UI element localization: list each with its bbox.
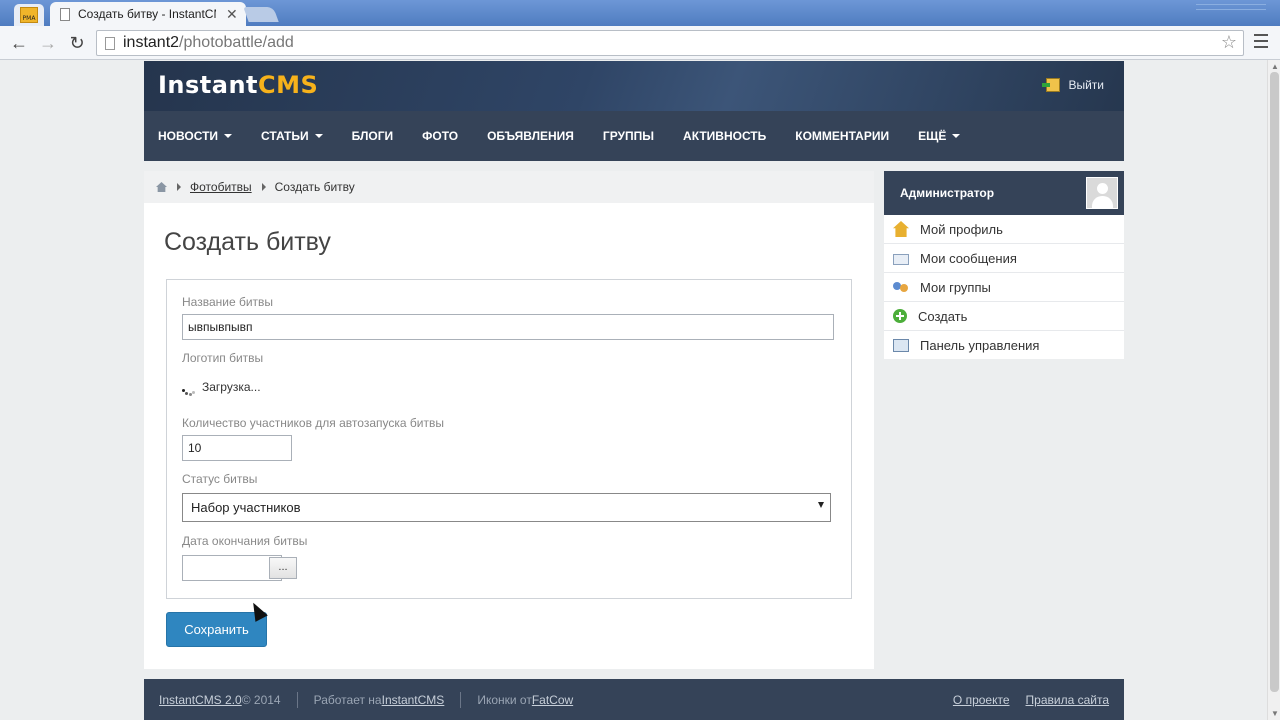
tab-title: Создать битву - InstantCMS <box>78 7 216 21</box>
reload-icon[interactable]: ↻ <box>66 32 88 54</box>
nav-item-photo[interactable]: ФОТО <box>422 129 458 143</box>
user-menu: Администратор Мой профиль Мои сообщения … <box>884 171 1124 359</box>
logout-icon <box>1042 78 1061 92</box>
page-scrollbar[interactable]: ▲ ▼ <box>1267 60 1280 720</box>
home-icon <box>893 221 909 237</box>
user-menu-header: Администратор <box>884 171 1124 215</box>
nav-item-activity[interactable]: АКТИВНОСТЬ <box>683 129 766 143</box>
scroll-thumb[interactable] <box>1270 72 1279 692</box>
app-tab[interactable]: PMA <box>14 4 44 26</box>
footer-icons-link[interactable]: FatCow <box>532 693 573 707</box>
end-date-label: Дата окончания битвы <box>182 534 308 548</box>
nav-item-blogs[interactable]: БЛОГИ <box>352 129 394 143</box>
logo-upload-loading: Загрузка... <box>182 373 261 401</box>
footer-powered-link[interactable]: InstantCMS <box>382 693 445 707</box>
browser-tab-active[interactable]: Создать битву - InstantCMS ✕ <box>50 2 246 26</box>
menu-item-label: Мои сообщения <box>920 250 1017 266</box>
page-title: Создать битву <box>164 228 331 256</box>
nav-item-comments[interactable]: КОММЕНТАРИИ <box>795 129 889 143</box>
name-label: Название битвы <box>182 295 274 309</box>
page-icon <box>105 36 115 50</box>
scroll-down-icon[interactable]: ▼ <box>1271 709 1279 718</box>
breadcrumb-link-photobattles[interactable]: Фотобитвы <box>190 180 252 194</box>
battle-form: Название битвы Логотип битвы Загрузка...… <box>166 279 852 599</box>
date-picker-button[interactable]: ... <box>269 557 297 579</box>
user-menu-item-messages[interactable]: Мои сообщения <box>884 244 1124 273</box>
footer-icons-prefix: Иконки от <box>477 692 532 707</box>
logo-text: Instant <box>158 71 259 99</box>
user-menu-item-control-panel[interactable]: Панель управления <box>884 331 1124 360</box>
dropdown-arrow-icon <box>818 502 824 508</box>
url-path: /photobattle/add <box>179 34 294 51</box>
end-date-input[interactable] <box>182 555 282 581</box>
logo-label: Логотип битвы <box>182 351 264 365</box>
user-menu-item-groups[interactable]: Мои группы <box>884 273 1124 302</box>
forward-arrow-icon[interactable]: → <box>37 32 59 54</box>
breadcrumb: Фотобитвы Создать битву <box>144 171 874 203</box>
caret-down-icon <box>314 134 323 138</box>
site-header: InstantCMS Выйти <box>144 61 1124 111</box>
breadcrumb-separator-icon <box>177 183 181 191</box>
add-icon <box>893 309 907 323</box>
group-icon <box>893 279 909 295</box>
footer-about-link[interactable]: О проекте <box>953 693 1010 707</box>
logo-accent-text: CMS <box>258 71 319 99</box>
browser-menu-icon[interactable] <box>1254 34 1268 50</box>
nav-item-more[interactable]: ЕЩЁ <box>918 129 961 143</box>
address-bar[interactable]: instant2/photobattle/add ☆ <box>96 30 1244 56</box>
home-icon[interactable] <box>156 182 167 192</box>
scroll-up-icon[interactable]: ▲ <box>1271 62 1279 71</box>
footer-powered-prefix: Работает на <box>313 692 382 707</box>
close-tab-icon[interactable]: ✕ <box>226 6 238 23</box>
user-menu-item-profile[interactable]: Мой профиль <box>884 215 1124 244</box>
user-name[interactable]: Администратор <box>900 186 994 200</box>
new-tab-button[interactable] <box>243 7 279 22</box>
menu-item-label: Создать <box>918 308 968 324</box>
page-icon <box>60 7 70 21</box>
site-logo[interactable]: InstantCMS <box>158 71 318 99</box>
caret-down-icon <box>224 134 233 138</box>
battle-name-input[interactable] <box>182 314 834 340</box>
status-label: Статус битвы <box>182 472 258 486</box>
control-panel-icon <box>893 339 909 352</box>
status-select[interactable]: Набор участников <box>182 493 831 522</box>
breadcrumb-separator-icon <box>261 183 266 191</box>
url-host: instant2 <box>123 34 180 51</box>
bookmark-star-icon[interactable]: ☆ <box>1221 32 1237 53</box>
mail-icon <box>893 253 909 265</box>
user-menu-item-create[interactable]: Создать <box>884 302 1124 331</box>
footer-divider <box>296 691 298 708</box>
back-arrow-icon[interactable]: ← <box>8 32 30 54</box>
loading-spinner-icon <box>182 387 196 401</box>
phpmyadmin-icon: PMA <box>20 7 38 23</box>
breadcrumb-current: Создать битву <box>274 180 355 194</box>
site-footer: InstantCMS 2.0 © 2014 Работает на Instan… <box>144 679 1124 720</box>
save-button[interactable]: Сохранить <box>166 612 267 647</box>
footer-divider <box>460 691 462 708</box>
footer-right-links: О проекте Правила сайта <box>937 693 1109 707</box>
loading-text: Загрузка... <box>202 380 261 394</box>
nav-item-groups[interactable]: ГРУППЫ <box>603 129 654 143</box>
nav-item-articles[interactable]: СТАТЬИ <box>261 129 323 143</box>
participants-count-input[interactable] <box>182 435 292 461</box>
footer-brand-link[interactable]: InstantCMS 2.0 <box>159 693 242 707</box>
browser-tab-bar: PMA Создать битву - InstantCMS ✕ <box>0 0 1280 26</box>
window-grip <box>1196 4 1266 10</box>
menu-item-label: Мой профиль <box>920 221 1003 237</box>
logout-link[interactable]: Выйти <box>1042 78 1104 92</box>
content-panel: Фотобитвы Создать битву Создать битву На… <box>144 171 874 669</box>
avatar[interactable] <box>1086 177 1118 209</box>
caret-down-icon <box>952 134 961 138</box>
status-selected-value: Набор участников <box>191 500 301 515</box>
menu-item-label: Мои группы <box>920 279 991 295</box>
participants-label: Количество участников для автозапуска би… <box>182 416 444 430</box>
browser-toolbar: ← → ↻ instant2/photobattle/add ☆ <box>0 26 1280 60</box>
logout-label: Выйти <box>1068 78 1104 92</box>
menu-item-label: Панель управления <box>920 338 1040 353</box>
footer-rules-link[interactable]: Правила сайта <box>1026 693 1109 707</box>
nav-item-ads[interactable]: ОБЪЯВЛЕНИЯ <box>487 129 574 143</box>
footer-copyright: © 2014 <box>241 692 281 707</box>
main-nav: НОВОСТИ СТАТЬИ БЛОГИ ФОТО ОБЪЯВЛЕНИЯ ГРУ… <box>144 111 1124 161</box>
nav-item-news[interactable]: НОВОСТИ <box>158 129 233 143</box>
